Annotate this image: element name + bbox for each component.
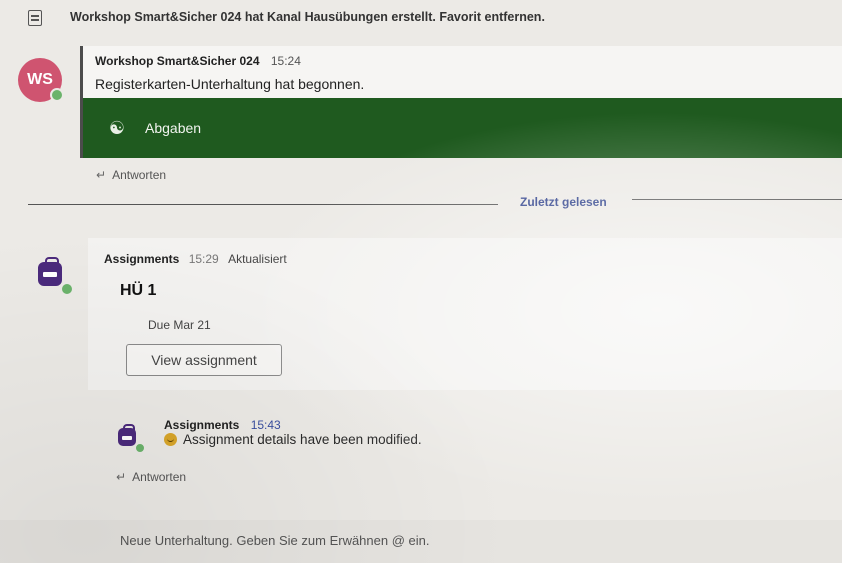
assignments-avatar[interactable] [38,257,74,296]
reply-label: Antworten [112,168,167,182]
post-card: Workshop Smart&Sicher 024 15:24 Register… [80,46,842,158]
assignment-card: Assignments 15:29 Aktualisiert HÜ 1 Due … [88,238,842,390]
view-assignment-button[interactable]: View assignment [126,344,282,376]
assignments-bag-icon [38,257,62,286]
update-header: Assignments 15:43 [164,418,281,432]
reply-button[interactable]: ↵ Antworten [96,168,166,182]
compose-bar [0,520,842,563]
assignments-avatar-small[interactable] [118,424,146,454]
tab-banner[interactable]: ☯ Abgaben [83,98,842,158]
new-conversation-input[interactable] [118,532,622,549]
post-time: 15:24 [270,54,301,68]
divider-line-left [28,204,498,205]
reply-button[interactable]: ↵ Antworten [116,470,186,484]
system-message-text: Workshop Smart&Sicher 024 hat Kanal Haus… [70,10,545,24]
remove-favorite-link[interactable]: Favorit entfernen. [439,10,545,24]
update-message: Assignments 15:43 Assignment details hav… [100,400,842,500]
system-message-prefix: Workshop Smart&Sicher 024 hat Kanal [70,10,305,24]
update-body-text: Assignment details have been modified. [183,432,422,447]
channel-created-icon [28,10,42,26]
assignment-card-author[interactable]: Assignments [104,252,179,266]
system-message-suffix: erstellt. [387,10,440,24]
presence-available-icon [134,442,146,454]
reply-label: Antworten [132,470,187,484]
system-message: Workshop Smart&Sicher 024 hat Kanal Haus… [0,6,842,32]
avatar-initials: WS [27,71,53,88]
last-read-marker: Zuletzt gelesen [520,195,607,209]
assignments-tab-icon: ☯ [108,118,126,138]
divider-line-right [632,199,842,200]
emoji-icon [164,433,177,446]
assignment-title: HÜ 1 [120,282,157,299]
reply-arrow-icon: ↵ [96,168,107,182]
avatar[interactable]: WS [18,58,64,102]
presence-available-icon [60,282,74,296]
assignment-card-time: 15:29 [188,252,219,266]
assignments-bag-icon [118,424,136,446]
update-body: Assignment details have been modified. [164,432,422,447]
tab-banner-label: Abgaben [145,120,202,136]
updated-badge: Aktualisiert [228,252,287,266]
update-author[interactable]: Assignments [164,418,239,432]
presence-available-icon [50,88,64,102]
post-author[interactable]: Workshop Smart&Sicher 024 [95,54,260,68]
assignment-due-date: Due Mar 21 [148,318,211,332]
post-body: Registerkarten-Unterhaltung hat begonnen… [95,76,365,92]
post-header: Workshop Smart&Sicher 024 15:24 [95,54,301,68]
channel-name[interactable]: Hausübungen [305,10,388,24]
assignment-card-header: Assignments 15:29 Aktualisiert [104,252,287,266]
reply-arrow-icon: ↵ [116,470,127,484]
update-time: 15:43 [250,418,281,432]
